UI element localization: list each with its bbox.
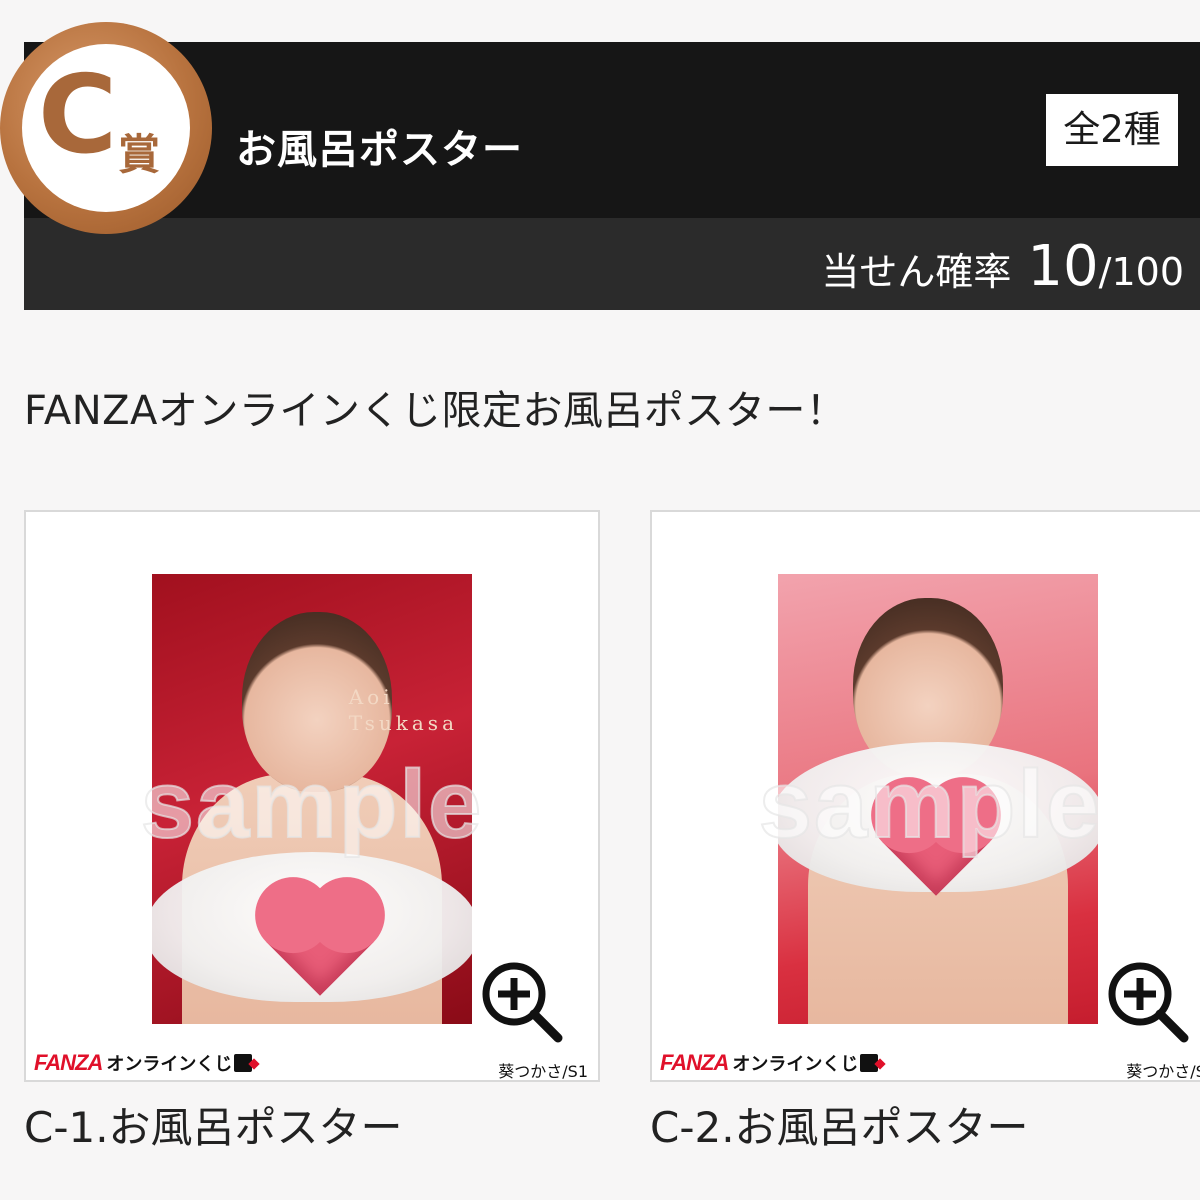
- prize-item-card[interactable]: Aoi Tsukasa sample FANZA オンラインくじ 葵つかさ/S1: [24, 510, 600, 1082]
- prize-rank-badge: C 賞: [0, 22, 212, 234]
- brand-logo: FANZA オンラインくじ: [34, 1050, 253, 1076]
- win-probability: 当せん確率 10 /100: [821, 218, 1184, 310]
- variant-count-badge: 全2種: [1046, 94, 1178, 166]
- credit-text: 葵つかさ/S1: [1126, 1062, 1200, 1081]
- brand-name: FANZA: [660, 1050, 729, 1075]
- probability-numerator: 10: [1027, 234, 1099, 299]
- prize-rank-letter: C: [38, 53, 118, 178]
- brand-logo: FANZA オンラインくじ: [660, 1050, 879, 1076]
- zoom-in-icon: [1108, 962, 1189, 1043]
- prize-title: お風呂ポスター: [236, 127, 523, 173]
- prize-item-card[interactable]: sample FANZA オンラインくじ 葵つかさ/S1: [650, 510, 1200, 1082]
- probability-label: 当せん確率: [821, 250, 1012, 294]
- credit-text: 葵つかさ/S1: [498, 1062, 588, 1081]
- kuji-box-icon: [860, 1054, 879, 1072]
- prize-rank-kanji: 賞: [118, 130, 161, 179]
- poster-name-text: Aoi Tsukasa: [349, 684, 458, 736]
- brand-name: FANZA: [34, 1050, 103, 1075]
- poster-name-first: Aoi: [348, 685, 394, 709]
- probability-denominator: /100: [1098, 250, 1184, 294]
- prize-badge-inner: C 賞: [22, 44, 190, 212]
- probability-bar: 当せん確率 10 /100: [24, 218, 1200, 310]
- lead-text: FANZAオンラインくじ限定お風呂ポスター！: [24, 388, 847, 434]
- brand-suffix: オンラインくじ: [732, 1054, 859, 1075]
- zoom-in-icon: [482, 962, 563, 1043]
- brand-suffix: オンラインくじ: [106, 1054, 233, 1075]
- item-caption: C-2.お風呂ポスター: [650, 1103, 1029, 1152]
- zoom-in-button[interactable]: [478, 958, 564, 1044]
- item-caption: C-1.お風呂ポスター: [24, 1103, 403, 1152]
- zoom-in-button[interactable]: [1104, 958, 1190, 1044]
- kuji-box-icon: [234, 1054, 253, 1072]
- sample-watermark: sample: [758, 750, 1102, 859]
- poster-name-last: Tsukasa: [348, 711, 458, 735]
- sample-watermark: sample: [140, 750, 484, 859]
